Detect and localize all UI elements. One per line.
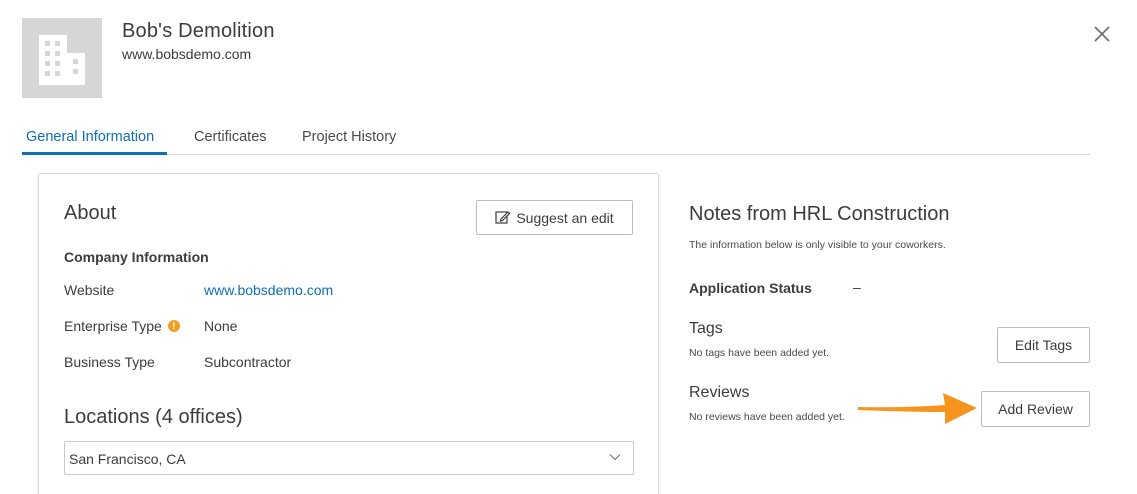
edit-icon: [495, 211, 511, 224]
suggest-edit-button[interactable]: Suggest an edit: [476, 200, 633, 235]
enterprise-type-label-text: Enterprise Type: [64, 318, 162, 334]
tab-certificates[interactable]: Certificates: [194, 129, 267, 145]
company-name: Bob's Demolition: [122, 20, 275, 42]
company-url: www.bobsdemo.com: [122, 46, 252, 62]
company-logo: [22, 18, 102, 98]
website-label: Website: [64, 282, 115, 298]
application-status-value: –: [853, 279, 861, 295]
tags-title: Tags: [689, 320, 723, 337]
close-icon: [1094, 26, 1110, 42]
notes-title: Notes from HRL Construction: [689, 203, 950, 225]
reviews-note: No reviews have been added yet.: [689, 411, 845, 423]
website-link[interactable]: www.bobsdemo.com: [204, 282, 333, 298]
arrow-pointer-icon: [858, 393, 977, 424]
company-information-title: Company Information: [64, 249, 209, 265]
add-review-button[interactable]: Add Review: [981, 391, 1090, 427]
close-button[interactable]: [1092, 24, 1112, 44]
edit-tags-button[interactable]: Edit Tags: [997, 327, 1090, 363]
reviews-title: Reviews: [689, 384, 750, 401]
chevron-down-icon: [609, 454, 621, 461]
info-icon[interactable]: !: [167, 320, 180, 332]
location-select[interactable]: San Francisco, CA: [64, 441, 634, 475]
tab-project-history[interactable]: Project History: [302, 129, 396, 145]
location-selected-value: San Francisco, CA: [69, 451, 186, 467]
active-tab-indicator: [22, 152, 167, 155]
tab-general-information[interactable]: General Information: [26, 129, 154, 145]
building-icon: [39, 35, 85, 85]
enterprise-type-label: Enterprise Type !: [64, 318, 180, 334]
locations-title: Locations (4 offices): [64, 406, 243, 428]
notes-subtitle: The information below is only visible to…: [689, 239, 946, 251]
tags-note: No tags have been added yet.: [689, 347, 830, 359]
application-status-label: Application Status: [689, 280, 812, 296]
about-card: About Suggest an edit Company Informatio…: [38, 173, 659, 494]
about-title: About: [64, 202, 117, 224]
tab-bar: General Information Certificates Project…: [22, 124, 1090, 155]
suggest-edit-label: Suggest an edit: [516, 209, 614, 226]
business-type-value: Subcontractor: [204, 354, 292, 370]
business-type-label: Business Type: [64, 354, 155, 370]
enterprise-type-value: None: [204, 318, 238, 334]
